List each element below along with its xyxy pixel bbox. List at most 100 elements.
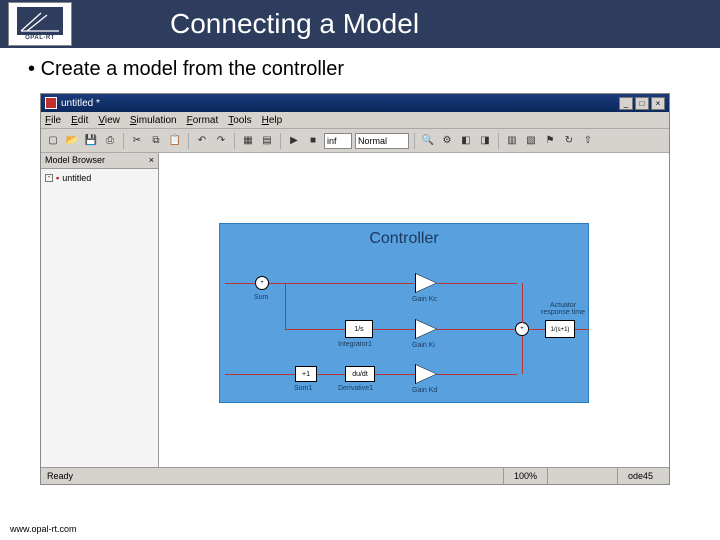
statusbar: Ready 100% ode45 — [41, 467, 669, 484]
toolbar-sep-4 — [280, 133, 281, 149]
actuator-label: Actuator response time — [538, 302, 588, 316]
menu-file[interactable]: File — [45, 115, 61, 126]
paste-icon[interactable]: 📋 — [167, 133, 183, 149]
print-icon[interactable]: ⎙ — [102, 133, 118, 149]
wire — [529, 329, 545, 330]
wire — [285, 329, 345, 330]
wire — [522, 336, 523, 374]
menu-simulation[interactable]: Simulation — [130, 115, 177, 126]
browser-icon[interactable]: ▦ — [240, 133, 256, 149]
wire — [437, 329, 515, 330]
wire — [285, 283, 286, 329]
open-icon[interactable]: 📂 — [64, 133, 80, 149]
wire — [437, 374, 517, 375]
copy-icon[interactable]: ⧉ — [148, 133, 164, 149]
simulink-window: untitled * _ □ × File Edit View Simulati… — [40, 93, 670, 485]
zoom-icon[interactable]: 🔍 — [420, 133, 436, 149]
logo-text: OPAL-RT — [25, 35, 55, 41]
wire — [225, 283, 255, 284]
redo-icon[interactable]: ↷ — [213, 133, 229, 149]
wire — [269, 283, 414, 284]
debug-icon[interactable]: ⚑ — [542, 133, 558, 149]
toolbar: ▢ 📂 💾 ⎙ ✂ ⧉ 📋 ↶ ↷ ▦ ▤ ▶ ■ inf Normal 🔍 ⚙… — [41, 129, 669, 153]
wire — [375, 374, 415, 375]
sum1-label: Sum1 — [294, 385, 312, 392]
minimize-button[interactable]: _ — [619, 97, 633, 110]
toolbar-sep-2 — [188, 133, 189, 149]
close-button[interactable]: × — [651, 97, 665, 110]
sum-block[interactable]: + — [255, 276, 269, 290]
tool-b-icon[interactable]: ◨ — [477, 133, 493, 149]
tree-root[interactable]: - ▪ untitled — [45, 173, 154, 183]
integrator-label: Integrator1 — [338, 341, 372, 348]
explorer-icon[interactable]: ▧ — [523, 133, 539, 149]
model-browser: Model Browser × - ▪ untitled — [41, 153, 159, 467]
menu-tools[interactable]: Tools — [228, 115, 251, 126]
menu-help[interactable]: Help — [262, 115, 283, 126]
wire — [437, 283, 517, 284]
integrator-block[interactable]: 1/s — [345, 320, 373, 338]
titlebar[interactable]: untitled * _ □ × — [41, 94, 669, 112]
status-solver: ode45 — [617, 468, 663, 484]
status-empty — [547, 468, 617, 484]
sum-label: Sum — [254, 294, 268, 301]
status-zoom: 100% — [503, 468, 547, 484]
model-browser-close[interactable]: × — [149, 155, 154, 166]
undo-icon[interactable]: ↶ — [194, 133, 210, 149]
gain-ki-block[interactable] — [415, 319, 437, 339]
gain-kc-label: Gain Kc — [412, 296, 437, 303]
library-icon[interactable]: ▥ — [504, 133, 520, 149]
gain-kd-block[interactable] — [415, 364, 437, 384]
opal-rt-logo: OPAL-RT — [8, 2, 72, 46]
maximize-button[interactable]: □ — [635, 97, 649, 110]
gain-kd-label: Gain Kd — [412, 387, 437, 394]
slide-title: Connecting a Model — [170, 8, 419, 40]
menu-view[interactable]: View — [98, 115, 120, 126]
sim-mode-select[interactable]: Normal — [355, 133, 409, 149]
menu-edit[interactable]: Edit — [71, 115, 88, 126]
model-tree[interactable]: - ▪ untitled — [41, 169, 158, 467]
actuator-block[interactable]: 1/(s+1) — [545, 320, 575, 338]
app-icon — [45, 97, 57, 109]
slide-bullet: Create a model from the controller — [28, 58, 720, 81]
menu-format[interactable]: Format — [187, 115, 219, 126]
tool-a-icon[interactable]: ◧ — [458, 133, 474, 149]
wire — [575, 329, 589, 330]
controller-subsystem[interactable]: Controller + Sum Gain Kc 1/s Integrator1… — [219, 223, 589, 403]
save-icon[interactable]: 💾 — [83, 133, 99, 149]
wire — [225, 374, 295, 375]
wire — [317, 374, 345, 375]
toolbar-sep-5 — [414, 133, 415, 149]
toolbar-sep-6 — [498, 133, 499, 149]
toolbar-sep-1 — [123, 133, 124, 149]
cut-icon[interactable]: ✂ — [129, 133, 145, 149]
wire — [522, 283, 523, 323]
up-icon[interactable]: ⇧ — [580, 133, 596, 149]
gain-ki-label: Gain Ki — [412, 342, 435, 349]
status-left: Ready — [47, 471, 503, 481]
stop-time-field[interactable]: inf — [324, 133, 352, 149]
controller-title: Controller — [220, 230, 588, 248]
sum-output[interactable]: + — [515, 322, 529, 336]
play-icon[interactable]: ▶ — [286, 133, 302, 149]
tree-root-label: untitled — [62, 173, 91, 183]
new-icon[interactable]: ▢ — [45, 133, 61, 149]
slide-header: OPAL-RT Connecting a Model — [0, 0, 720, 48]
slide-footer: www.opal-rt.com — [10, 524, 77, 534]
wire — [373, 329, 415, 330]
toggle-icon[interactable]: ▤ — [259, 133, 275, 149]
derivative-block[interactable]: du/dt — [345, 366, 375, 382]
stop-icon[interactable]: ■ — [305, 133, 321, 149]
model-canvas[interactable]: Controller + Sum Gain Kc 1/s Integrator1… — [159, 153, 669, 467]
tree-expand-icon[interactable]: - — [45, 174, 53, 182]
app-body: Model Browser × - ▪ untitled Controller … — [41, 153, 669, 467]
toolbar-sep-3 — [234, 133, 235, 149]
window-title: untitled * — [61, 98, 617, 109]
model-browser-header: Model Browser × — [41, 153, 158, 169]
gain-kc-block[interactable] — [415, 273, 437, 293]
sum1-block[interactable]: +1 — [295, 366, 317, 382]
build-icon[interactable]: ⚙ — [439, 133, 455, 149]
menubar: File Edit View Simulation Format Tools H… — [41, 112, 669, 129]
refresh-icon[interactable]: ↻ — [561, 133, 577, 149]
model-browser-title: Model Browser — [45, 155, 105, 166]
